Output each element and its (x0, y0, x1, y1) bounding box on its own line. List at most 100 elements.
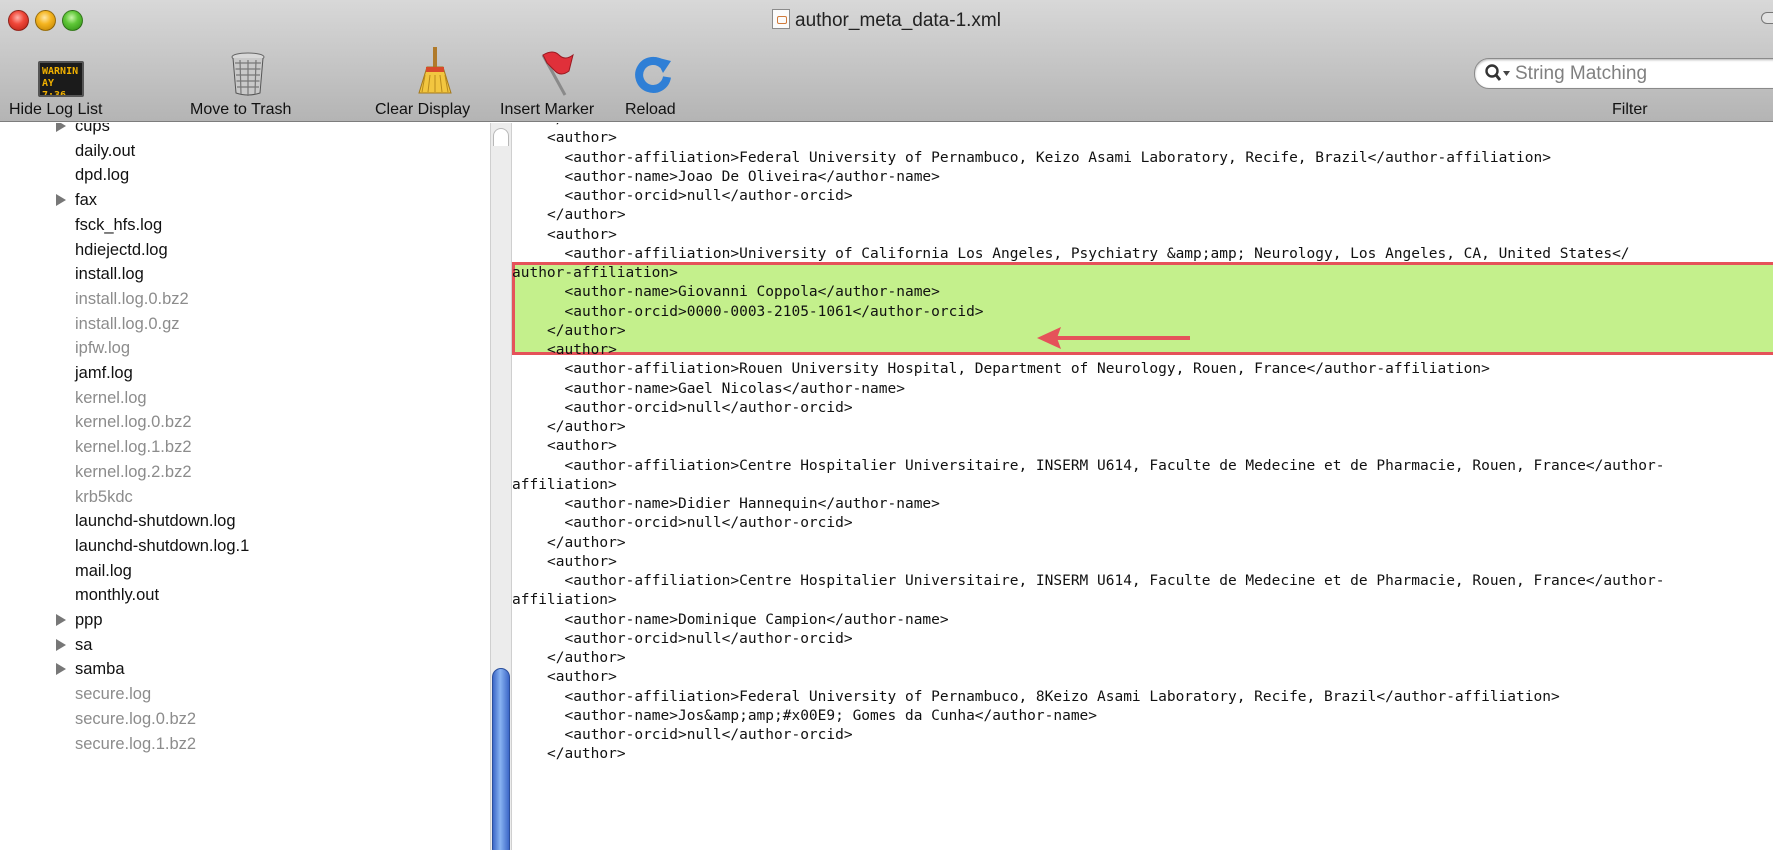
log-line-text: <author-name>Gael Nicolas</author-name> (564, 380, 905, 397)
sidebar-item[interactable]: launchd-shutdown.log (0, 510, 490, 536)
sidebar-item[interactable]: secure.log.0.bz2 (0, 708, 490, 734)
log-line-text: </author> (547, 322, 626, 339)
zoom-window-button[interactable] (62, 10, 83, 31)
broom-icon (418, 47, 452, 94)
log-line-text: <author-affiliation>Federal University o… (564, 688, 1560, 705)
sidebar-item[interactable]: install.log.0.bz2 (0, 288, 490, 314)
sidebar-item-label: secure.log.0.bz2 (75, 709, 197, 728)
sidebar-item-label: daily.out (75, 141, 136, 160)
sidebar-item-label: fsck_hfs.log (75, 215, 163, 234)
sidebar-item[interactable]: launchd-shutdown.log.1 (0, 535, 490, 561)
sidebar-item-label: ipfw.log (75, 339, 131, 358)
sidebar-item[interactable]: kernel.log (0, 387, 490, 413)
log-line-text: <author> (547, 342, 617, 358)
log-line-text: </author> (547, 534, 626, 551)
sidebar-item[interactable]: mail.log (0, 560, 490, 586)
sidebar-item-label: kernel.log.1.bz2 (75, 438, 192, 457)
log-line-text: <author-affiliation>Centre Hospitalier U… (564, 573, 1665, 589)
disclosure-triangle-icon[interactable] (56, 614, 66, 626)
sidebar-item-label: monthly.out (75, 586, 160, 605)
console-warning-icon: WARNIN AY 7:36 (38, 61, 84, 97)
log-line-text: <author> (547, 669, 617, 686)
search-input[interactable] (1515, 63, 1773, 85)
sidebar-item[interactable]: secure.log.1.bz2 (0, 733, 490, 759)
log-line-text: <author> (547, 226, 617, 243)
sidebar-item[interactable]: jamf.log (0, 362, 490, 388)
sidebar-item[interactable]: dpd.log (0, 164, 490, 190)
sidebar-item-label: mail.log (75, 561, 132, 580)
window-title: author_meta_data-1.xml (0, 9, 1773, 32)
log-content-view[interactable]: </author> <author> <author-affiliation>Fed… (512, 123, 1773, 850)
sidebar-item-label: secure.log.1.bz2 (75, 734, 197, 753)
clear-display-button[interactable] (415, 47, 455, 97)
disclosure-triangle-icon[interactable] (56, 194, 66, 207)
log-list-scrollbar[interactable] (490, 123, 512, 850)
disclosure-triangle-icon[interactable] (56, 663, 66, 676)
log-line: </author> (512, 743, 1773, 765)
insert-marker-label[interactable]: Insert Marker (500, 101, 594, 119)
disclosure-triangle-icon[interactable] (56, 638, 66, 651)
sidebar-item[interactable]: hdiejectd.log (0, 239, 490, 265)
log-line-text: affiliation> (512, 592, 617, 609)
sidebar-item[interactable]: install.log.0.gz (0, 313, 490, 339)
reload-icon (635, 56, 671, 93)
sidebar-item-label: dpd.log (75, 166, 130, 185)
sidebar-item[interactable]: ppp (0, 609, 490, 635)
sidebar-item[interactable]: kernel.log.0.bz2 (0, 411, 490, 437)
sidebar-item[interactable]: krb5kdc (0, 486, 490, 512)
sidebar-item-label: kernel.log (75, 388, 147, 407)
log-line-text: </author> (547, 650, 626, 666)
log-line-text: <author-name>Giovanni Coppola</author-na… (564, 284, 940, 301)
log-line-text: <author-affiliation>University of Califo… (564, 245, 1630, 262)
move-to-trash-label[interactable]: Move to Trash (190, 101, 291, 119)
log-line-text: </author> (547, 746, 626, 763)
sidebar-item[interactable]: monthly.out (0, 584, 490, 610)
hide-log-list-button[interactable]: WARNIN AY 7:36 (38, 52, 84, 97)
move-to-trash-button[interactable] (230, 52, 266, 97)
insert-marker-button[interactable] (535, 51, 575, 97)
trash-icon (231, 52, 265, 96)
log-line-text: <author-orcid>0000-0003-2105-1061</autho… (564, 303, 984, 320)
sidebar-item-label: launchd-shutdown.log.1 (75, 536, 250, 555)
sidebar-item[interactable]: fax (0, 189, 490, 215)
log-line-text: affiliation> (512, 476, 617, 493)
log-list-sidebar: cups daily.out dpd.log fax fsck_hfs.loghdiej… (0, 123, 490, 850)
sidebar-item[interactable]: sa (0, 634, 490, 660)
close-window-button[interactable] (8, 10, 29, 31)
log-line-text: </author> (547, 419, 626, 435)
toolbar-toggle-button[interactable] (1761, 12, 1773, 24)
reload-label[interactable]: Reload (625, 101, 676, 119)
sidebar-item[interactable]: secure.log (0, 683, 490, 709)
sidebar-item[interactable]: cups (0, 123, 490, 141)
sidebar-item[interactable]: fsck_hfs.log (0, 214, 490, 240)
sidebar-item-label: install.log (75, 265, 144, 284)
filter-label: Filter (1612, 101, 1648, 118)
hide-log-list-label[interactable]: Hide Log List (9, 101, 102, 119)
filter-search-field[interactable] (1474, 58, 1773, 89)
clear-display-label[interactable]: Clear Display (375, 101, 470, 119)
sidebar-item-label: samba (75, 660, 125, 679)
sidebar-item-label: install.log.0.gz (75, 314, 180, 333)
reload-button[interactable] (633, 52, 673, 97)
log-line-text: <author-affiliation>Rouen University Hos… (564, 361, 1490, 378)
log-line-text: author-affiliation> (512, 265, 678, 281)
flag-marker-icon (541, 51, 574, 96)
sidebar-item[interactable]: ipfw.log (0, 337, 490, 363)
scrollbar-thumb[interactable] (492, 668, 510, 850)
log-line-text: <author-name>Didier Hannequin</author-na… (564, 496, 940, 512)
search-icon[interactable] (1485, 64, 1511, 84)
log-line-text: <author-orcid>null</author-orcid> (564, 630, 853, 647)
minimize-window-button[interactable] (35, 10, 56, 31)
sidebar-item[interactable]: kernel.log.2.bz2 (0, 461, 490, 487)
sidebar-item-label: fax (75, 191, 98, 210)
sidebar-item[interactable]: samba (0, 658, 490, 684)
disclosure-triangle-icon[interactable] (56, 123, 66, 132)
sidebar-item[interactable]: kernel.log.1.bz2 (0, 436, 490, 462)
log-line-text: <author> (547, 438, 617, 455)
scrollbar-top-cap (493, 128, 509, 146)
sidebar-item-label: launchd-shutdown.log (75, 512, 236, 531)
sidebar-item-label: hdiejectd.log (75, 240, 168, 259)
sidebar-item[interactable]: daily.out (0, 140, 490, 166)
sidebar-item[interactable]: install.log (0, 263, 490, 289)
log-line-text: <author-name>Jos&amp;amp;#x00E9; Gomes d… (564, 707, 1098, 724)
